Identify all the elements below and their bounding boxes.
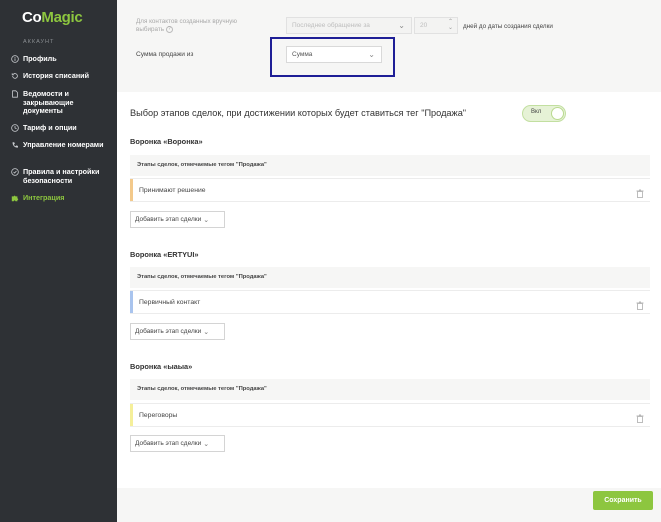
sidebar-item-integration[interactable]: Интеграция xyxy=(10,193,115,203)
stage-color-bar xyxy=(130,404,133,426)
days-stepper[interactable]: 20 ⌃ ⌄ xyxy=(414,17,458,34)
add-stage-button[interactable]: Добавить этап сделки ⌄ xyxy=(130,211,225,228)
sidebar-item-profile[interactable]: Профиль xyxy=(10,54,115,64)
document-icon xyxy=(10,90,19,98)
sidebar-item-numbers[interactable]: Управление номерами xyxy=(10,140,115,150)
funnel-title: Воронка «Воронка» xyxy=(130,137,203,146)
sidebar-item-security[interactable]: Правила и настройки безопасности xyxy=(10,167,115,185)
contacts-label: Для контактов созданных вручную выбирать… xyxy=(136,18,237,33)
sidebar-item-documents[interactable]: Ведомости и закрывающие документы xyxy=(10,89,115,116)
stage-row: Первичный контакт xyxy=(130,290,650,314)
sidebar-item-label: История списаний xyxy=(23,71,89,80)
chevron-down-icon: ⌄ xyxy=(203,328,210,336)
main-content: Для контактов созданных вручную выбирать… xyxy=(117,0,661,522)
puzzle-icon xyxy=(10,194,19,202)
sidebar-item-label: Ведомости и закрывающие документы xyxy=(23,89,74,115)
settings-panel: Для контактов созданных вручную выбирать… xyxy=(117,0,661,92)
trash-icon[interactable] xyxy=(636,410,644,428)
focus-highlight-box xyxy=(270,37,395,77)
stage-color-bar xyxy=(130,291,133,313)
footer xyxy=(117,488,661,522)
sidebar: CoMagic АККАУНТ Профиль История списаний… xyxy=(0,0,117,522)
stepper-arrows-icon[interactable]: ⌃ ⌄ xyxy=(448,19,453,31)
chevron-down-icon: ⌄ xyxy=(203,440,210,448)
stages-header: Этапы сделок, отмечаемые тегом "Продажа" xyxy=(130,267,650,288)
sidebar-section-label: АККАУНТ xyxy=(23,39,55,45)
sidebar-item-label: Интеграция xyxy=(23,193,65,202)
stages-header: Этапы сделок, отмечаемые тегом "Продажа" xyxy=(130,379,650,400)
toggle-knob xyxy=(551,107,564,120)
sidebar-item-label: Профиль xyxy=(23,54,57,63)
sidebar-item-label: Тариф и опции xyxy=(23,123,77,132)
sale-tag-toggle[interactable]: Вкл xyxy=(522,105,566,122)
help-icon[interactable]: ? xyxy=(165,25,173,33)
chevron-down-icon: ⌄ xyxy=(203,216,210,224)
stage-row: Переговоры xyxy=(130,403,650,427)
trash-icon[interactable] xyxy=(636,185,644,203)
stages-header: Этапы сделок, отмечаемые тегом "Продажа" xyxy=(130,155,650,176)
sidebar-item-history[interactable]: История списаний xyxy=(10,71,115,81)
funnel-title: Воронка «ыаыа» xyxy=(130,362,193,371)
stage-name: Переговоры xyxy=(139,412,178,419)
sale-amount-label: Сумма продажи из xyxy=(136,51,194,58)
stage-color-bar xyxy=(130,179,133,201)
sidebar-item-label: Управление номерами xyxy=(23,140,104,149)
funnel-title: Воронка «ERTYUI» xyxy=(130,250,199,259)
stages-section-title: Выбор этапов сделок, при достижении кото… xyxy=(130,108,467,118)
sidebar-item-tariff[interactable]: Тариф и опции xyxy=(10,123,115,133)
stage-name: Первичный контакт xyxy=(139,299,201,306)
days-suffix: дней до даты создания сделки xyxy=(463,23,553,30)
info-icon xyxy=(10,55,19,63)
add-stage-button[interactable]: Добавить этап сделки ⌄ xyxy=(130,435,225,452)
stage-row: Принимают решение xyxy=(130,178,650,202)
shield-icon xyxy=(10,168,19,176)
phone-icon xyxy=(10,141,19,149)
trash-icon[interactable] xyxy=(636,297,644,315)
chevron-down-icon: ⌄ xyxy=(398,21,405,30)
sidebar-item-label: Правила и настройки безопасности xyxy=(23,167,100,185)
add-stage-button[interactable]: Добавить этап сделки ⌄ xyxy=(130,323,225,340)
last-contact-select[interactable]: Последнее обращение за ⌄ xyxy=(286,17,412,34)
stage-name: Принимают решение xyxy=(139,187,206,194)
save-button[interactable]: Сохранить xyxy=(593,491,653,510)
clock-icon xyxy=(10,124,19,132)
logo[interactable]: CoMagic xyxy=(22,9,83,26)
history-icon xyxy=(10,72,19,80)
